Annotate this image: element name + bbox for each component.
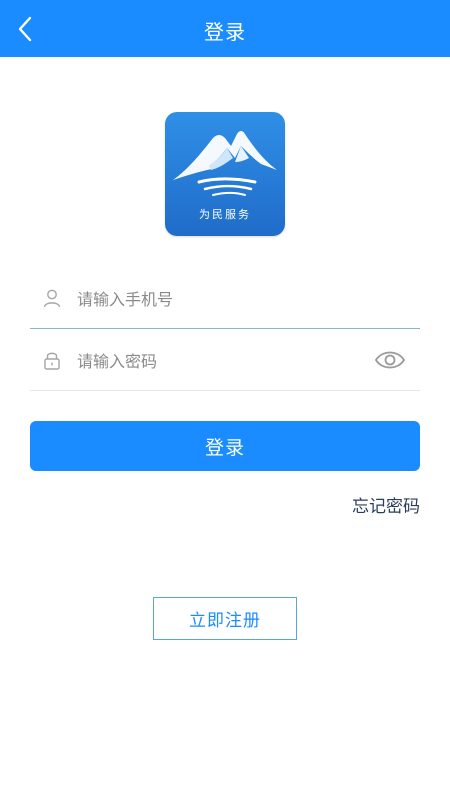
login-button[interactable]: 登录: [30, 421, 420, 471]
user-icon: [43, 289, 61, 308]
page-title: 登录: [204, 20, 246, 44]
phone-input[interactable]: [75, 282, 369, 316]
forgot-password-link[interactable]: 忘记密码: [352, 492, 420, 517]
register-button[interactable]: 立即注册: [153, 597, 297, 640]
phone-field: [30, 268, 420, 329]
password-field: [30, 330, 420, 391]
lock-icon: [44, 352, 60, 370]
app-logo: 为民服务: [165, 112, 285, 236]
logo-text: 为民服务: [199, 208, 251, 221]
app-header: 登录: [0, 0, 450, 57]
password-input[interactable]: [75, 344, 369, 378]
eye-icon[interactable]: [374, 346, 406, 374]
